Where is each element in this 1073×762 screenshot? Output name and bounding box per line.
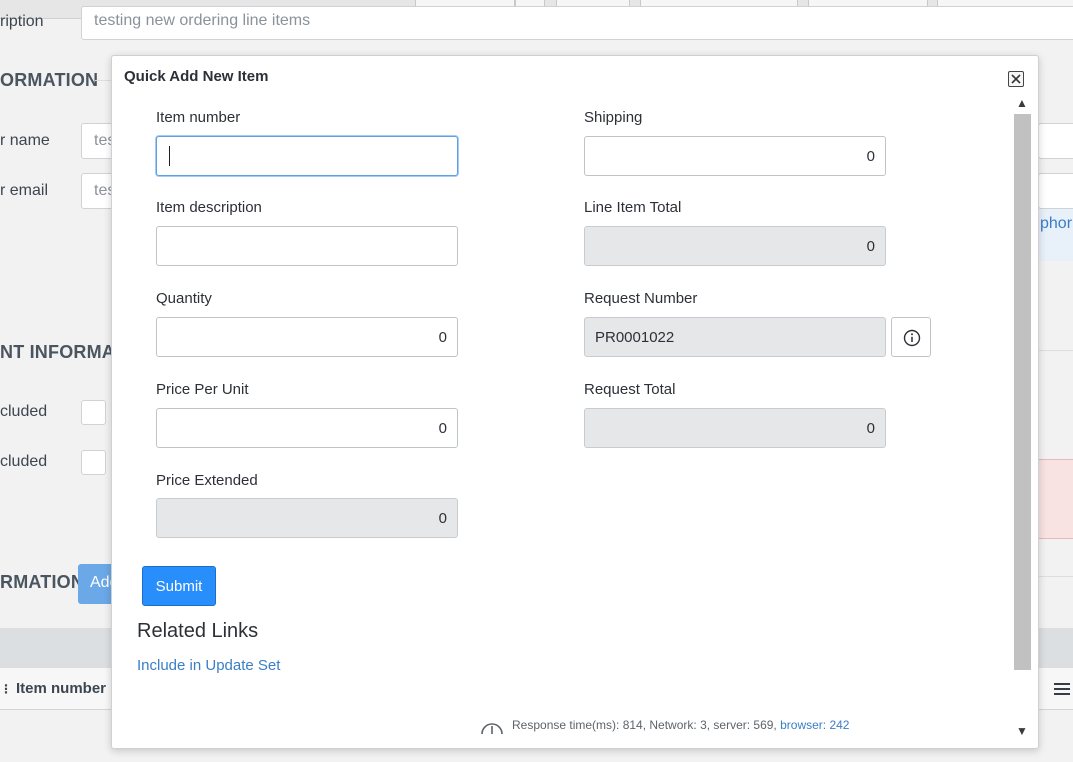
background-divider [1038,350,1073,351]
background-right-field [1038,123,1073,159]
background-phone-link: phor [1040,215,1073,232]
line-item-total-label: Line Item Total [584,199,682,216]
request-number-field [584,317,886,357]
background-checkbox [81,400,106,425]
info-circle-icon[interactable] [891,317,931,357]
quick-add-item-dialog: Quick Add New Item Item number Item desc… [111,55,1039,749]
submit-button[interactable]: Submit [142,566,216,606]
background-error-area [1038,459,1073,539]
request-total-label: Request Total [584,381,676,398]
item-number-label: Item number [156,109,241,126]
price-extended-label: Price Extended [156,472,258,489]
close-icon[interactable] [1008,71,1024,87]
request-number-label: Request Number [584,290,698,307]
request-total-field [584,408,886,448]
response-time-text: Response time(ms): 814, Network: 3, serv… [512,718,781,732]
background-requester-email-label: r email [0,182,49,199]
item-description-label: Item description [156,199,262,216]
item-number-input[interactable] [156,136,458,176]
background-included-label: cluded [0,403,48,420]
related-links-title: Related Links [137,620,259,642]
line-item-total-field [584,226,886,266]
dialog-title: Quick Add New Item [124,68,269,85]
background-section-items: RMATION [0,572,85,592]
background-divider [1038,576,1073,577]
text-caret [169,146,170,166]
background-included-label: cluded [0,453,48,470]
hamburger-menu-icon [1054,683,1070,698]
price-per-unit-label: Price Per Unit [156,381,249,398]
quantity-input[interactable] [156,317,458,357]
chevron-down-icon[interactable]: ▼ [1012,722,1032,740]
price-per-unit-input[interactable] [156,408,458,448]
background-requester-name-label: r name [0,132,50,149]
gauge-icon [480,721,504,738]
background-checkbox [81,450,106,475]
price-extended-field [156,498,458,538]
dialog-scrollbar[interactable]: ▲ ▼ [1012,94,1032,740]
shipping-input[interactable] [584,136,886,176]
background-description-label: ription [0,13,44,30]
background-description-field: testing new ordering line items [81,6,1073,40]
background-column-item-number: ⋮ Item number [0,680,107,697]
chevron-up-icon[interactable]: ▲ [1012,94,1032,112]
shipping-label: Shipping [584,109,643,126]
item-description-input[interactable] [156,226,458,266]
background-section-information: ORMATION [0,70,99,90]
response-time-footer: Response time(ms): 814, Network: 3, serv… [480,718,849,738]
browser-time-link[interactable]: browser: 242 [780,718,849,732]
background-right-field [1038,173,1073,209]
quantity-label: Quantity [156,290,212,307]
include-in-update-set-link[interactable]: Include in Update Set [137,657,280,674]
scrollbar-thumb[interactable] [1014,114,1031,670]
